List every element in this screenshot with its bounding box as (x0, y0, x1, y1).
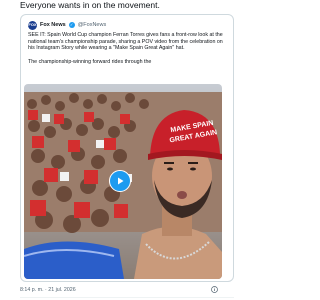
tweet-text: SEE IT: Spain World Cup champion Ferran … (28, 32, 223, 51)
tweet-timestamp[interactable]: 8:14 p. m. · 21 jul. 2026 (20, 287, 76, 293)
info-icon[interactable] (211, 286, 218, 293)
play-button[interactable] (109, 170, 131, 192)
tweet-video[interactable]: MAKE SPAIN GREAT AGAIN (24, 84, 222, 279)
play-icon (118, 177, 124, 185)
tweet-text-continued: The championship-winning forward rides t… (28, 59, 152, 65)
author-name[interactable]: Fox News (40, 22, 66, 28)
verified-icon: ✓ (68, 22, 75, 28)
author-handle[interactable]: @FoxNews (78, 22, 107, 28)
divider (20, 297, 234, 298)
fox-news-avatar[interactable]: FOX (28, 20, 37, 30)
embedded-tweet-card[interactable]: FOX Fox News ✓ @FoxNews SEE IT: Spain Wo… (20, 14, 234, 282)
tweet-author-row: FOX Fox News ✓ @FoxNews (28, 20, 106, 30)
headline: Everyone wants in on the movement. (20, 0, 160, 10)
